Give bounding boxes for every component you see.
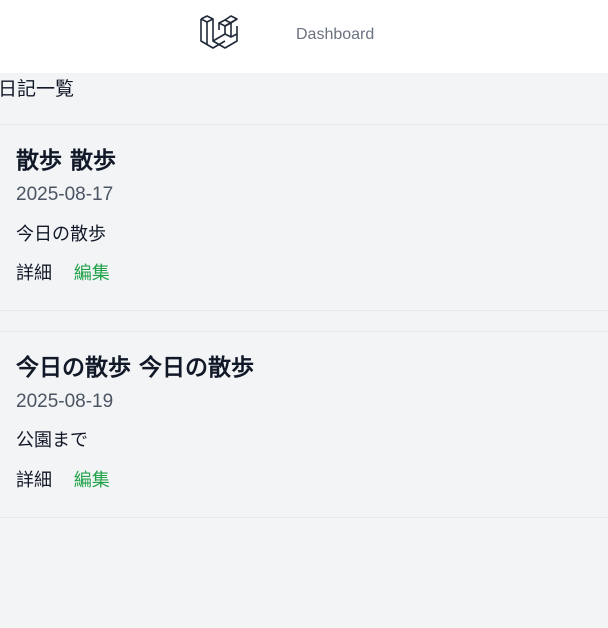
entry-title: 今日の散歩 今日の散歩 xyxy=(16,355,255,381)
diary-entry-card: 今日の散歩 今日の散歩 2025-08-19 公園まで 詳細 編集 xyxy=(0,331,608,518)
detail-link[interactable]: 詳細 xyxy=(16,263,52,284)
entry-date: 2025-08-17 xyxy=(16,184,114,205)
entry-actions: 詳細 編集 xyxy=(16,262,110,286)
entry-body: 今日の散歩 xyxy=(16,224,106,245)
entry-actions: 詳細 編集 xyxy=(16,469,110,493)
page-title: 日記一覧 xyxy=(0,78,75,100)
edit-link[interactable]: 編集 xyxy=(74,470,110,491)
diary-entry-card: 散歩 散歩 2025-08-17 今日の散歩 詳細 編集 xyxy=(0,124,608,311)
entry-body: 公園まで xyxy=(16,430,88,451)
entry-date: 2025-08-19 xyxy=(16,391,114,412)
laravel-logo-icon[interactable] xyxy=(199,13,239,53)
entry-title: 散歩 散歩 xyxy=(16,148,117,174)
detail-link[interactable]: 詳細 xyxy=(16,470,52,491)
edit-link[interactable]: 編集 xyxy=(74,263,110,284)
nav-link-dashboard[interactable]: Dashboard xyxy=(296,25,374,45)
top-navigation: Dashboard xyxy=(0,0,608,74)
